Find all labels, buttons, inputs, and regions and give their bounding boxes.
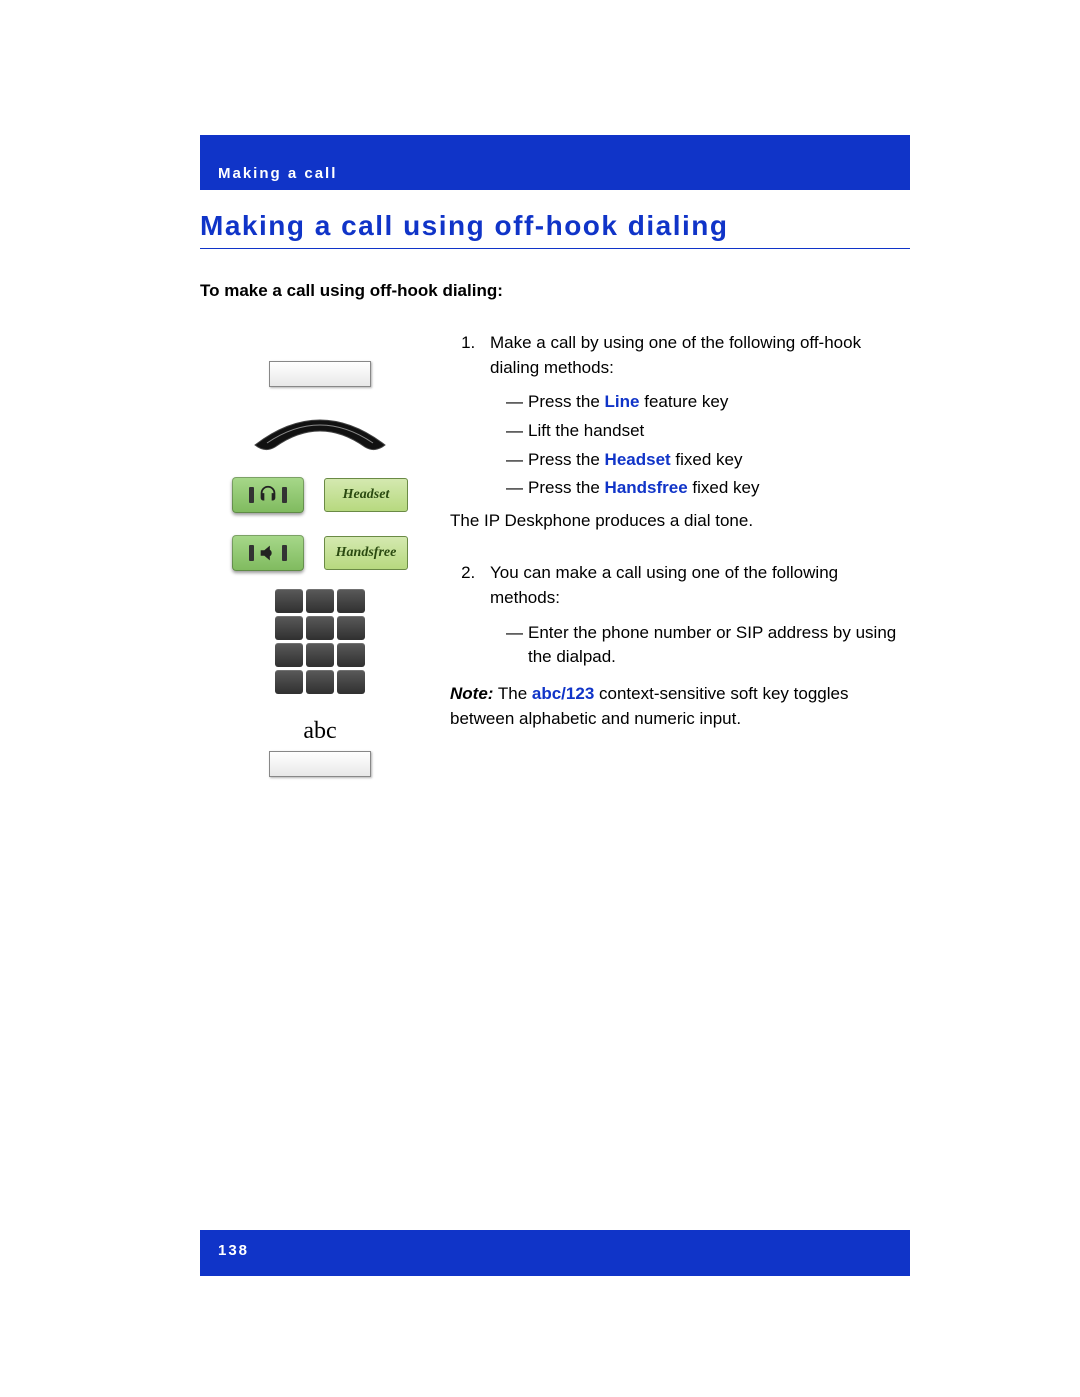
- note-label: Note:: [450, 684, 493, 703]
- dialpad-icon: [275, 589, 365, 694]
- handsfree-key-row: Handsfree: [232, 535, 408, 571]
- content-row: Headset Handsfree abc: [200, 331, 910, 795]
- document-page: Making a call Making a call using off-ho…: [200, 135, 910, 795]
- instruction-column: Make a call by using one of the followin…: [450, 331, 910, 795]
- step-2-option: Enter the phone number or SIP address by…: [506, 621, 910, 670]
- step-2-note: Note: The abc/123 context-sensitive soft…: [450, 682, 910, 731]
- header-band: Making a call: [200, 135, 910, 190]
- handsfree-keyword: Handsfree: [605, 478, 688, 497]
- page-number: 138: [218, 1242, 249, 1259]
- step-2-lead: You can make a call using one of the fol…: [490, 563, 838, 607]
- headset-key-row: Headset: [232, 477, 408, 513]
- headset-fixed-key-icon: [232, 477, 304, 513]
- step-1-lead: Make a call by using one of the followin…: [490, 333, 861, 377]
- step-2: You can make a call using one of the fol…: [480, 561, 910, 731]
- illustration-column: Headset Handsfree abc: [200, 331, 440, 795]
- intro-text: To make a call using off-hook dialing:: [200, 281, 910, 301]
- handsfree-label: Handsfree: [324, 536, 408, 570]
- step-1-option: Lift the handset: [506, 419, 910, 444]
- step-1-option: Press the Line feature key: [506, 390, 910, 415]
- page-title: Making a call using off-hook dialing: [200, 210, 910, 249]
- softkey-button-icon: [269, 751, 371, 777]
- line-keyword: Line: [605, 392, 640, 411]
- step-1-option: Press the Handsfree fixed key: [506, 476, 910, 501]
- step-1-result: The IP Deskphone produces a dial tone.: [450, 509, 910, 534]
- handset-icon: [245, 405, 395, 455]
- softkey-button-icon: [269, 361, 371, 387]
- headset-label: Headset: [324, 478, 408, 512]
- header-section-label: Making a call: [218, 165, 337, 182]
- step-1: Make a call by using one of the followin…: [480, 331, 910, 533]
- headset-keyword: Headset: [605, 450, 671, 469]
- footer-band: 138: [200, 1230, 910, 1276]
- abc123-keyword: abc/123: [532, 684, 594, 703]
- abc-softkey-label: abc: [303, 718, 336, 745]
- step-1-option: Press the Headset fixed key: [506, 448, 910, 473]
- handsfree-fixed-key-icon: [232, 535, 304, 571]
